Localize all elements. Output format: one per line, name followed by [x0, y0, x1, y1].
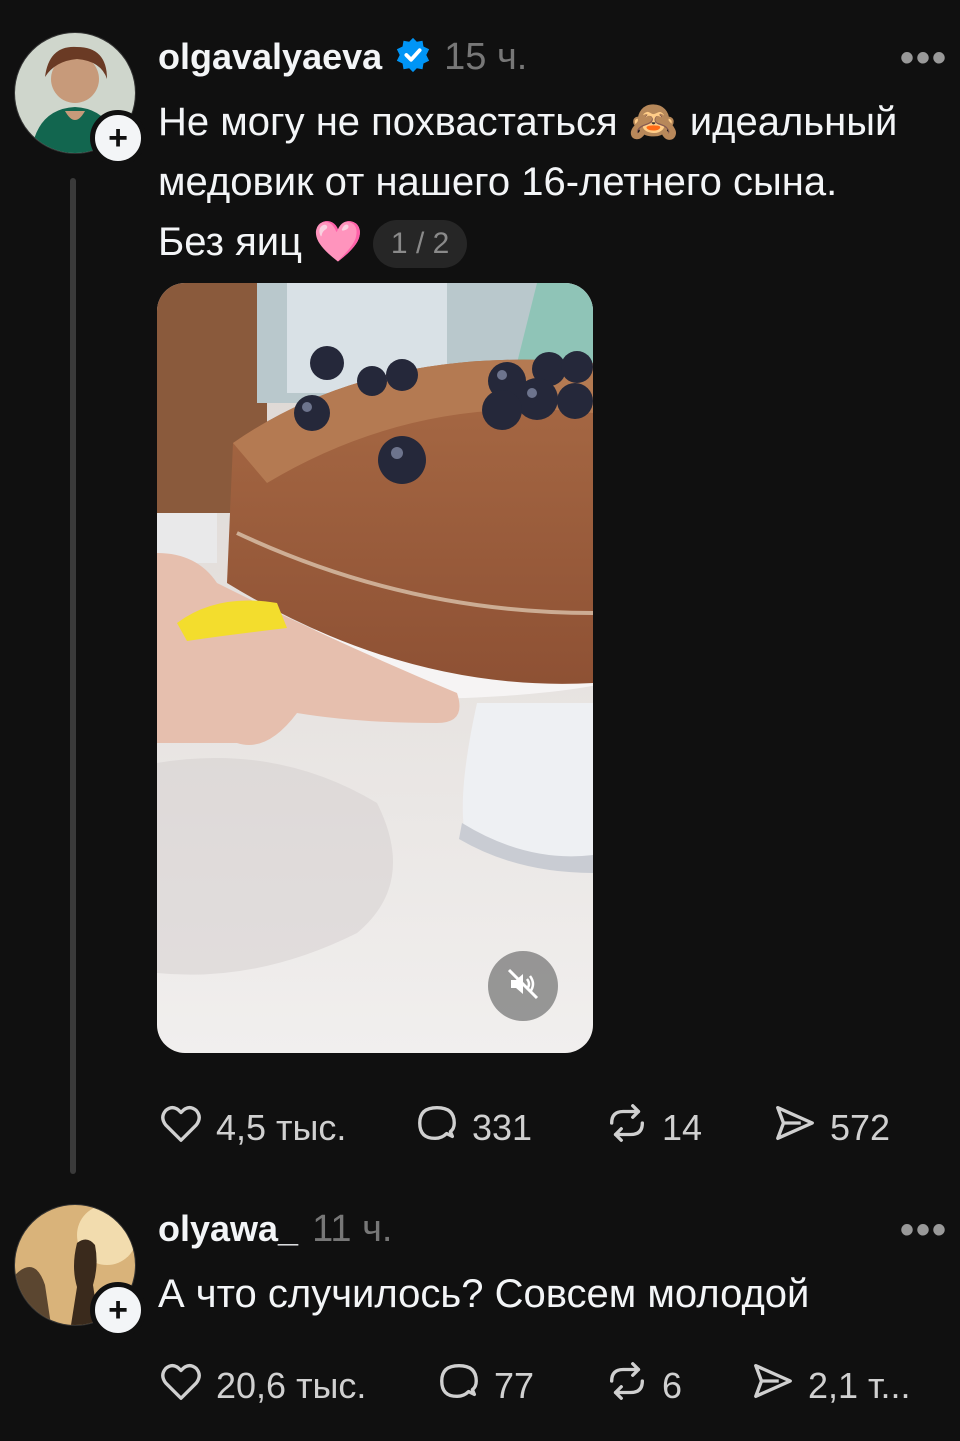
send-icon	[750, 1358, 796, 1413]
plus-icon: +	[108, 1291, 128, 1329]
post-text-line3: Без яиц	[158, 220, 302, 264]
post-text: Не могу не похвастаться 🙈 идеальный медо…	[158, 92, 948, 272]
repost-count: 14	[662, 1106, 703, 1148]
reply-reply-count: 77	[494, 1364, 535, 1406]
post-header: olgavalyaeva 15 ч.	[158, 32, 527, 82]
mute-toggle-button[interactable]	[488, 951, 558, 1021]
comment-bubble-icon	[436, 1358, 482, 1413]
reply-repost-button[interactable]: 6	[604, 1358, 682, 1413]
reply-share-button[interactable]: 2,1 т...	[750, 1358, 911, 1413]
monkey-emoji: 🙈	[628, 100, 679, 144]
speaker-muted-icon	[505, 966, 541, 1007]
reply-text: А что случилось? Совсем молодой	[158, 1272, 810, 1316]
reply-time: 11 ч.	[312, 1207, 393, 1250]
like-button[interactable]: 4,5 тыс.	[158, 1100, 346, 1155]
reply-count: 331	[472, 1106, 533, 1148]
reply-username[interactable]: olyawa_	[158, 1208, 298, 1250]
comment-bubble-icon	[414, 1100, 460, 1155]
reply-share-count: 2,1 т...	[808, 1364, 911, 1406]
reply-more-button[interactable]: •••	[900, 1208, 948, 1253]
reply-button[interactable]: 331	[414, 1100, 532, 1155]
reply-like-button[interactable]: 20,6 тыс.	[158, 1358, 366, 1413]
media-counter: 1 / 2	[372, 220, 468, 269]
post-more-button[interactable]: •••	[900, 36, 948, 81]
send-icon	[772, 1100, 818, 1155]
repost-icon	[604, 1100, 650, 1155]
author-username[interactable]: olgavalyaeva	[158, 36, 382, 78]
post-text-line2: медовик от нашего 16-летнего сына.	[158, 160, 838, 204]
post-text-line1b: идеальный	[689, 100, 898, 144]
share-button[interactable]: 572	[772, 1100, 890, 1155]
thread-line	[70, 178, 76, 1174]
plus-icon: +	[108, 119, 128, 157]
heart-emoji: 🩷	[313, 220, 363, 264]
reply-header: olyawa_ 11 ч.	[158, 1204, 392, 1254]
reply-repost-count: 6	[662, 1364, 683, 1406]
repost-button[interactable]: 14	[604, 1100, 702, 1155]
heart-icon	[158, 1358, 204, 1413]
post-time: 15 ч.	[444, 35, 528, 78]
verified-badge-icon	[394, 36, 432, 79]
follow-plus-button[interactable]: +	[90, 110, 146, 166]
reply-follow-plus-button[interactable]: +	[90, 1282, 146, 1338]
post-media-image[interactable]	[157, 283, 593, 1053]
reply-reply-button[interactable]: 77	[436, 1358, 534, 1413]
share-count: 572	[830, 1106, 891, 1148]
heart-icon	[158, 1100, 204, 1155]
repost-icon	[604, 1358, 650, 1413]
like-count: 4,5 тыс.	[216, 1106, 347, 1148]
post-text-line1: Не могу не похвастаться	[158, 100, 618, 144]
reply-like-count: 20,6 тыс.	[216, 1364, 367, 1406]
